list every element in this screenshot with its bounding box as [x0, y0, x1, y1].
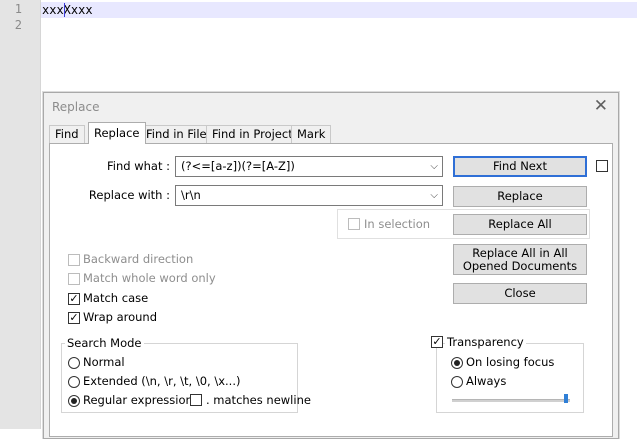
- replace-tab-panel: Find what : (?<=[a-z])(?=[A-Z]) ⌵ Replac…: [49, 143, 613, 437]
- chevron-down-icon[interactable]: ⌵: [430, 157, 438, 176]
- editor-line[interactable]: xxxXxxx: [41, 2, 637, 18]
- on-losing-focus-label: On losing focus: [466, 355, 555, 369]
- search-mode-extended-label: Extended (\n, \r, \t, \0, \x...): [83, 374, 241, 388]
- search-mode-regex-label: Regular expression: [83, 393, 193, 407]
- replace-button[interactable]: Replace: [453, 186, 587, 207]
- radio-selected-dot: [454, 360, 460, 366]
- transparency-slider[interactable]: [452, 399, 570, 402]
- tab-find[interactable]: Find: [49, 125, 85, 143]
- backward-direction-label: Backward direction: [83, 252, 194, 266]
- match-whole-word-checkbox[interactable]: [68, 273, 80, 285]
- close-icon[interactable]: ✕: [594, 97, 608, 115]
- search-mode-extended-radio[interactable]: [68, 376, 80, 388]
- find-what-value: (?<=[a-z])(?=[A-Z]): [181, 159, 295, 173]
- find-what-combobox[interactable]: (?<=[a-z])(?=[A-Z]) ⌵: [175, 156, 443, 177]
- editor-line-text: xxxXxxx: [42, 3, 93, 17]
- replace-dialog: Replace ✕ Find Replace Find in Files Fin…: [43, 92, 619, 439]
- wrap-around-label: Wrap around: [83, 310, 158, 324]
- matches-newline-checkbox[interactable]: [190, 394, 202, 406]
- in-selection-checkbox[interactable]: [348, 218, 360, 230]
- search-mode-normal-label: Normal: [83, 355, 125, 369]
- matches-newline-label: . matches newline: [206, 393, 311, 407]
- transparency-checkbox[interactable]: ✓: [431, 336, 443, 348]
- wrap-around-checkbox[interactable]: ✓: [68, 312, 80, 324]
- always-label: Always: [466, 374, 507, 388]
- match-case-label: Match case: [83, 291, 149, 305]
- editor-line[interactable]: [41, 18, 42, 34]
- transparency-slider-thumb[interactable]: [564, 394, 569, 403]
- replace-with-value: \r\n: [181, 188, 201, 202]
- replace-with-combobox[interactable]: \r\n ⌵: [175, 185, 443, 206]
- line-number: 1: [14, 2, 22, 16]
- tab-find-in-projects[interactable]: Find in Projects: [206, 125, 305, 143]
- search-mode-normal-radio[interactable]: [68, 357, 80, 369]
- find-what-label: Find what :: [107, 159, 170, 173]
- line-number: 2: [14, 18, 22, 32]
- replace-with-label: Replace with :: [88, 188, 170, 202]
- text-caret: [64, 3, 65, 17]
- chevron-down-icon[interactable]: ⌵: [430, 186, 438, 205]
- dialog-title: Replace: [52, 100, 100, 114]
- on-losing-focus-radio[interactable]: [451, 357, 463, 369]
- match-whole-word-label: Match whole word only: [83, 271, 216, 285]
- always-on-top-checkbox[interactable]: [596, 160, 608, 172]
- search-mode-title: Search Mode: [65, 336, 144, 350]
- find-next-button[interactable]: Find Next: [453, 156, 587, 177]
- close-button[interactable]: Close: [453, 283, 587, 304]
- tab-replace[interactable]: Replace: [88, 122, 146, 144]
- line-number-gutter: [0, 0, 41, 429]
- in-selection-label: In selection: [364, 217, 431, 231]
- backward-direction-checkbox[interactable]: [68, 254, 80, 266]
- tab-mark[interactable]: Mark: [291, 125, 332, 143]
- search-mode-regex-radio[interactable]: [68, 395, 80, 407]
- match-case-checkbox[interactable]: ✓: [68, 293, 80, 305]
- transparency-label: Transparency: [445, 335, 526, 349]
- replace-all-in-opened-documents-button[interactable]: Replace All in All Opened Documents: [453, 244, 587, 275]
- replace-all-button[interactable]: Replace All: [453, 214, 587, 235]
- always-radio[interactable]: [451, 376, 463, 388]
- radio-selected-dot: [71, 398, 77, 404]
